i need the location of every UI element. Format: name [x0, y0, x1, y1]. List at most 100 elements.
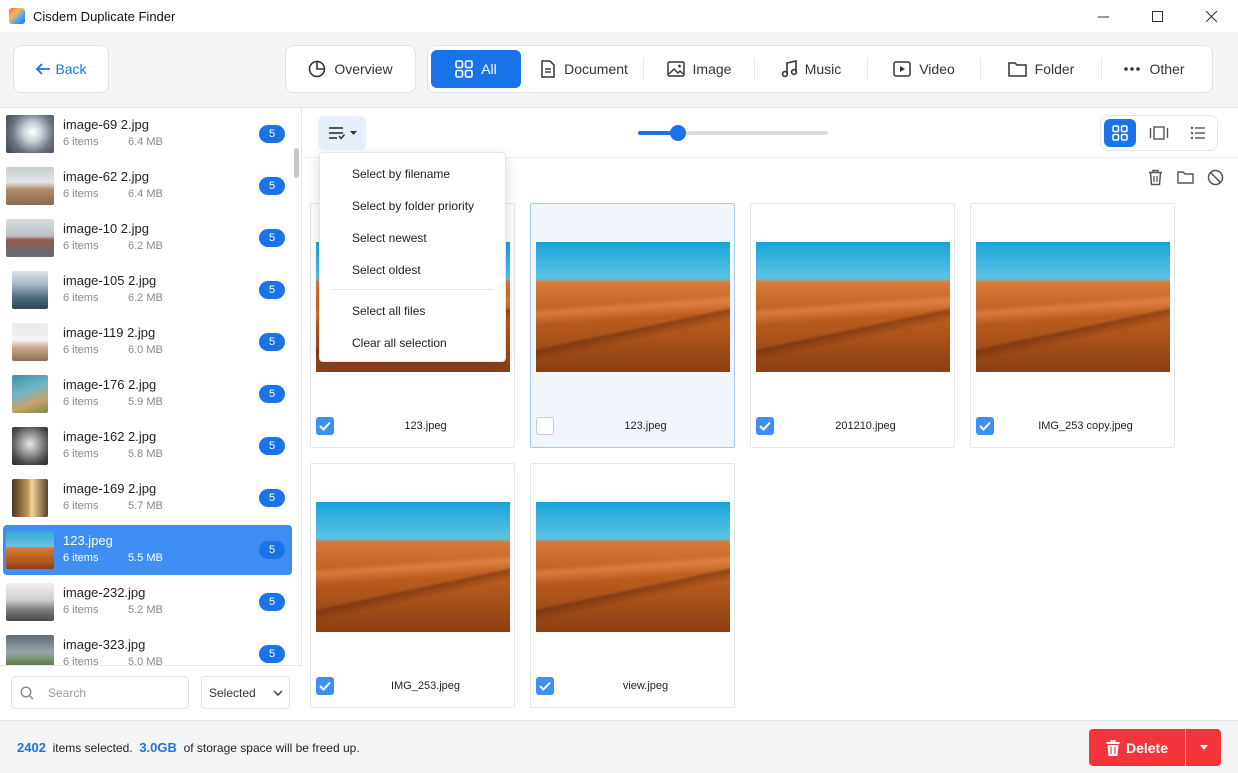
- file-card[interactable]: view.jpeg: [530, 463, 735, 708]
- duplicate-count-badge: 5: [259, 385, 285, 403]
- file-checkbox[interactable]: [316, 677, 334, 695]
- status-bar: 2402 items selected. 3.0GB of storage sp…: [0, 720, 1238, 773]
- group-name: image-119 2.jpg: [63, 325, 156, 340]
- checkmark-icon: [979, 421, 991, 431]
- tab-folder[interactable]: Folder: [981, 50, 1101, 88]
- ignore-button[interactable]: [1206, 168, 1224, 186]
- group-size: 5.9 MB: [128, 396, 163, 408]
- list-item[interactable]: image-62 2.jpg 6 items 6.4 MB 5: [3, 161, 292, 211]
- open-folder-button[interactable]: [1176, 168, 1194, 186]
- grid-icon: [455, 60, 474, 78]
- list-item[interactable]: image-10 2.jpg 6 items 6.2 MB 5: [3, 213, 292, 263]
- group-count: 6 items: [63, 448, 99, 460]
- duplicate-count-badge: 5: [259, 281, 285, 299]
- file-card[interactable]: 201210.jpeg: [750, 203, 955, 448]
- group-meta: 6 items 5.7 MB: [63, 500, 163, 512]
- list-item[interactable]: image-105 2.jpg 6 items 6.2 MB 5: [3, 265, 292, 315]
- file-card-footer: 123.jpeg: [531, 414, 734, 438]
- tab-video[interactable]: Video: [868, 50, 980, 88]
- duplicate-groups-sidebar: image-69 2.jpg 6 items 6.4 MB 5 image-62 …: [0, 108, 302, 720]
- list-item[interactable]: 123.jpeg 6 items 5.5 MB 5: [3, 525, 292, 575]
- list-item[interactable]: image-176 2.jpg 6 items 5.9 MB 5: [3, 369, 292, 419]
- checkmark-icon: [319, 421, 331, 431]
- list-item[interactable]: image-119 2.jpg 6 items 6.0 MB 5: [3, 317, 292, 367]
- tab-image[interactable]: Image: [644, 50, 754, 88]
- delete-button[interactable]: Delete: [1089, 729, 1185, 766]
- auto-select-menu-button[interactable]: [318, 116, 366, 150]
- thumbnail: [6, 219, 54, 257]
- file-checkbox[interactable]: [536, 417, 554, 435]
- trash-button[interactable]: [1146, 168, 1164, 186]
- slider-handle[interactable]: [669, 125, 686, 141]
- music-icon: [781, 60, 797, 78]
- file-thumbnail: [756, 242, 950, 372]
- back-button[interactable]: Back: [13, 45, 109, 93]
- list-item[interactable]: image-69 2.jpg 6 items 6.4 MB 5: [3, 109, 292, 159]
- duplicate-count-badge: 5: [259, 645, 285, 663]
- grid-view-button[interactable]: [1104, 119, 1136, 147]
- file-thumbnail: [536, 502, 730, 632]
- filter-dropdown[interactable]: Selected: [201, 676, 290, 709]
- minimize-button[interactable]: [1076, 0, 1130, 32]
- list-item[interactable]: image-232.jpg 6 items 5.2 MB 5: [3, 577, 292, 627]
- group-name: image-176 2.jpg: [63, 377, 157, 392]
- thumbnail: [12, 323, 48, 361]
- overview-button[interactable]: Overview: [285, 45, 416, 93]
- compare-view-button[interactable]: [1143, 119, 1175, 147]
- file-card[interactable]: IMG_253 copy.jpeg: [970, 203, 1175, 448]
- file-card[interactable]: 123.jpeg: [530, 203, 735, 448]
- thumbnail: [12, 427, 48, 465]
- maximize-button[interactable]: [1130, 0, 1184, 32]
- file-checkbox[interactable]: [976, 417, 994, 435]
- tab-document[interactable]: Document: [525, 50, 643, 88]
- more-icon: [1124, 67, 1141, 71]
- delete-options-button[interactable]: [1186, 729, 1221, 766]
- group-count: 6 items: [63, 136, 99, 148]
- menu-item-select-by-folder-priority[interactable]: Select by folder priority: [352, 199, 474, 213]
- chevron-down-icon: [273, 690, 283, 696]
- search-input[interactable]: [48, 685, 168, 700]
- file-checkbox[interactable]: [316, 417, 334, 435]
- trash-icon: [1148, 169, 1162, 185]
- group-name: image-232.jpg: [63, 585, 146, 600]
- duplicate-count-badge: 5: [259, 541, 285, 559]
- tab-all[interactable]: All: [431, 50, 521, 88]
- group-count: 6 items: [63, 240, 99, 252]
- tab-label: Image: [692, 61, 732, 77]
- group-count: 6 items: [63, 604, 99, 616]
- file-checkbox[interactable]: [536, 677, 554, 695]
- group-count: 6 items: [63, 656, 99, 665]
- thumbnail: [6, 531, 54, 569]
- menu-item-clear-all-selection[interactable]: Clear all selection: [352, 336, 447, 350]
- group-meta: 6 items 5.8 MB: [63, 448, 163, 460]
- menu-item-select-all-files[interactable]: Select all files: [352, 304, 425, 318]
- duplicate-count-badge: 5: [259, 125, 285, 143]
- group-meta: 6 items 6.2 MB: [63, 240, 163, 252]
- tab-other[interactable]: Other: [1102, 50, 1206, 88]
- close-button[interactable]: [1184, 0, 1238, 32]
- list-item[interactable]: image-323.jpg 6 items 5.0 MB 5: [3, 629, 292, 665]
- window-controls: [1076, 0, 1238, 32]
- group-name: image-162 2.jpg: [63, 429, 157, 444]
- thumbnail: [12, 375, 48, 413]
- block-icon: [1207, 169, 1223, 185]
- list-item[interactable]: image-162 2.jpg 6 items 5.8 MB 5: [3, 421, 292, 471]
- file-name: IMG_253.jpeg: [390, 680, 461, 692]
- thumbnail: [6, 583, 54, 621]
- thumbnail-size-slider[interactable]: [638, 125, 828, 141]
- file-card[interactable]: IMG_253.jpeg: [310, 463, 515, 708]
- menu-item-select-by-filename[interactable]: Select by filename: [352, 167, 450, 181]
- list-view-button[interactable]: [1182, 119, 1214, 147]
- delete-label: Delete: [1125, 739, 1169, 756]
- menu-item-select-oldest[interactable]: Select oldest: [352, 263, 421, 277]
- close-icon: [1205, 10, 1217, 22]
- group-count: 6 items: [63, 500, 99, 512]
- file-checkbox[interactable]: [756, 417, 774, 435]
- list-item[interactable]: image-169 2.jpg 6 items 5.7 MB 5: [3, 473, 292, 523]
- list-icon: [1190, 126, 1205, 140]
- sort-list-icon: [328, 127, 345, 140]
- tab-music[interactable]: Music: [755, 50, 867, 88]
- menu-item-select-newest[interactable]: Select newest: [352, 231, 427, 245]
- group-name: image-169 2.jpg: [63, 481, 157, 496]
- sidebar-scrollbar[interactable]: [294, 148, 299, 178]
